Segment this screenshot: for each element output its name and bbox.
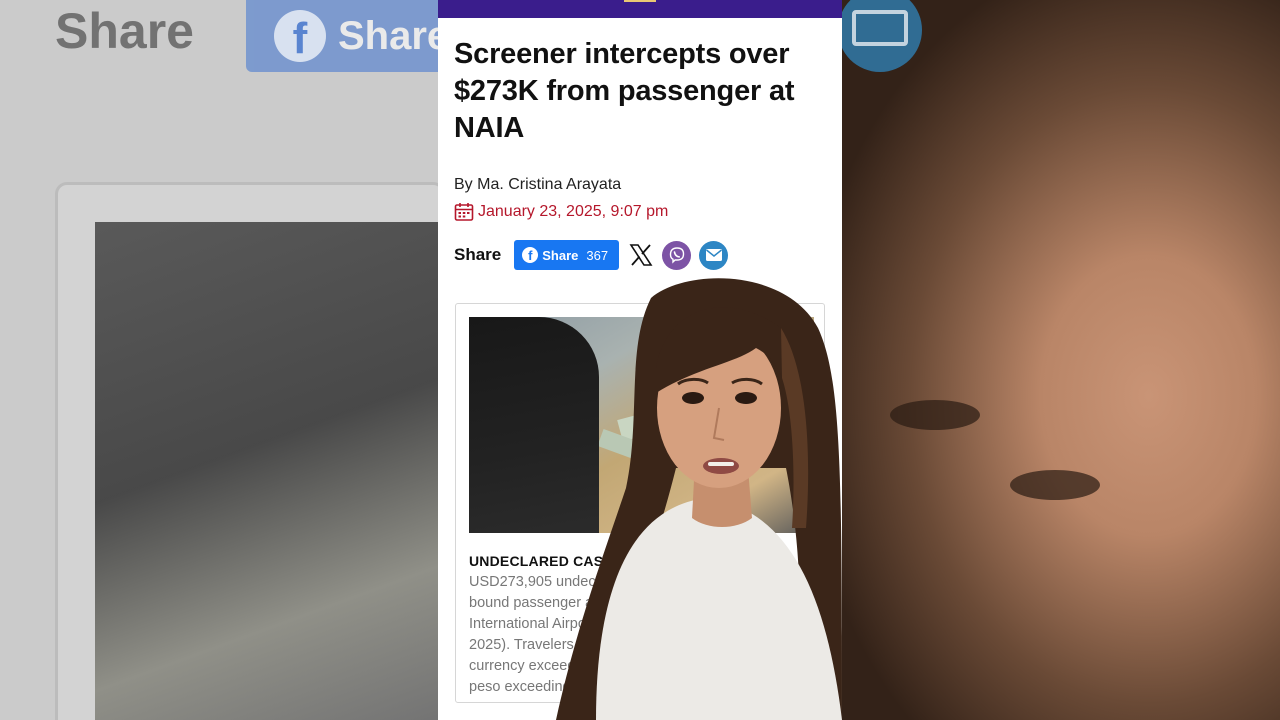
viber-share-icon[interactable] xyxy=(662,240,692,270)
article-headline: Screener intercepts over $273K from pass… xyxy=(454,38,795,144)
facebook-icon: f xyxy=(522,247,539,263)
share-label: Share xyxy=(454,245,502,264)
calendar-icon xyxy=(454,202,474,222)
share-bar: Share f Share 367 xyxy=(454,240,729,270)
facebook-share-count: 367 xyxy=(586,247,609,263)
site-topbar xyxy=(438,0,842,18)
background-facebook-icon: f xyxy=(274,10,326,63)
background-eye xyxy=(1010,470,1100,500)
background-face-blur xyxy=(842,0,1280,720)
background-share-text: Share xyxy=(55,3,194,59)
x-share-icon[interactable] xyxy=(628,242,654,268)
topbar-logo-mark xyxy=(624,0,656,2)
background-eye xyxy=(890,400,980,430)
email-share-icon[interactable] xyxy=(699,240,729,270)
presenter-overlay xyxy=(556,278,842,720)
facebook-share-button[interactable]: f Share 367 xyxy=(514,240,620,270)
background-photo xyxy=(95,222,440,720)
article-date-text: January 23, 2025, 9:07 pm xyxy=(478,203,669,220)
facebook-share-label: Share xyxy=(542,247,579,263)
article-byline: By Ma. Cristina Arayata xyxy=(454,176,622,193)
article-date: January 23, 2025, 9:07 pm xyxy=(454,202,668,222)
background-mail-envelope xyxy=(852,10,908,46)
